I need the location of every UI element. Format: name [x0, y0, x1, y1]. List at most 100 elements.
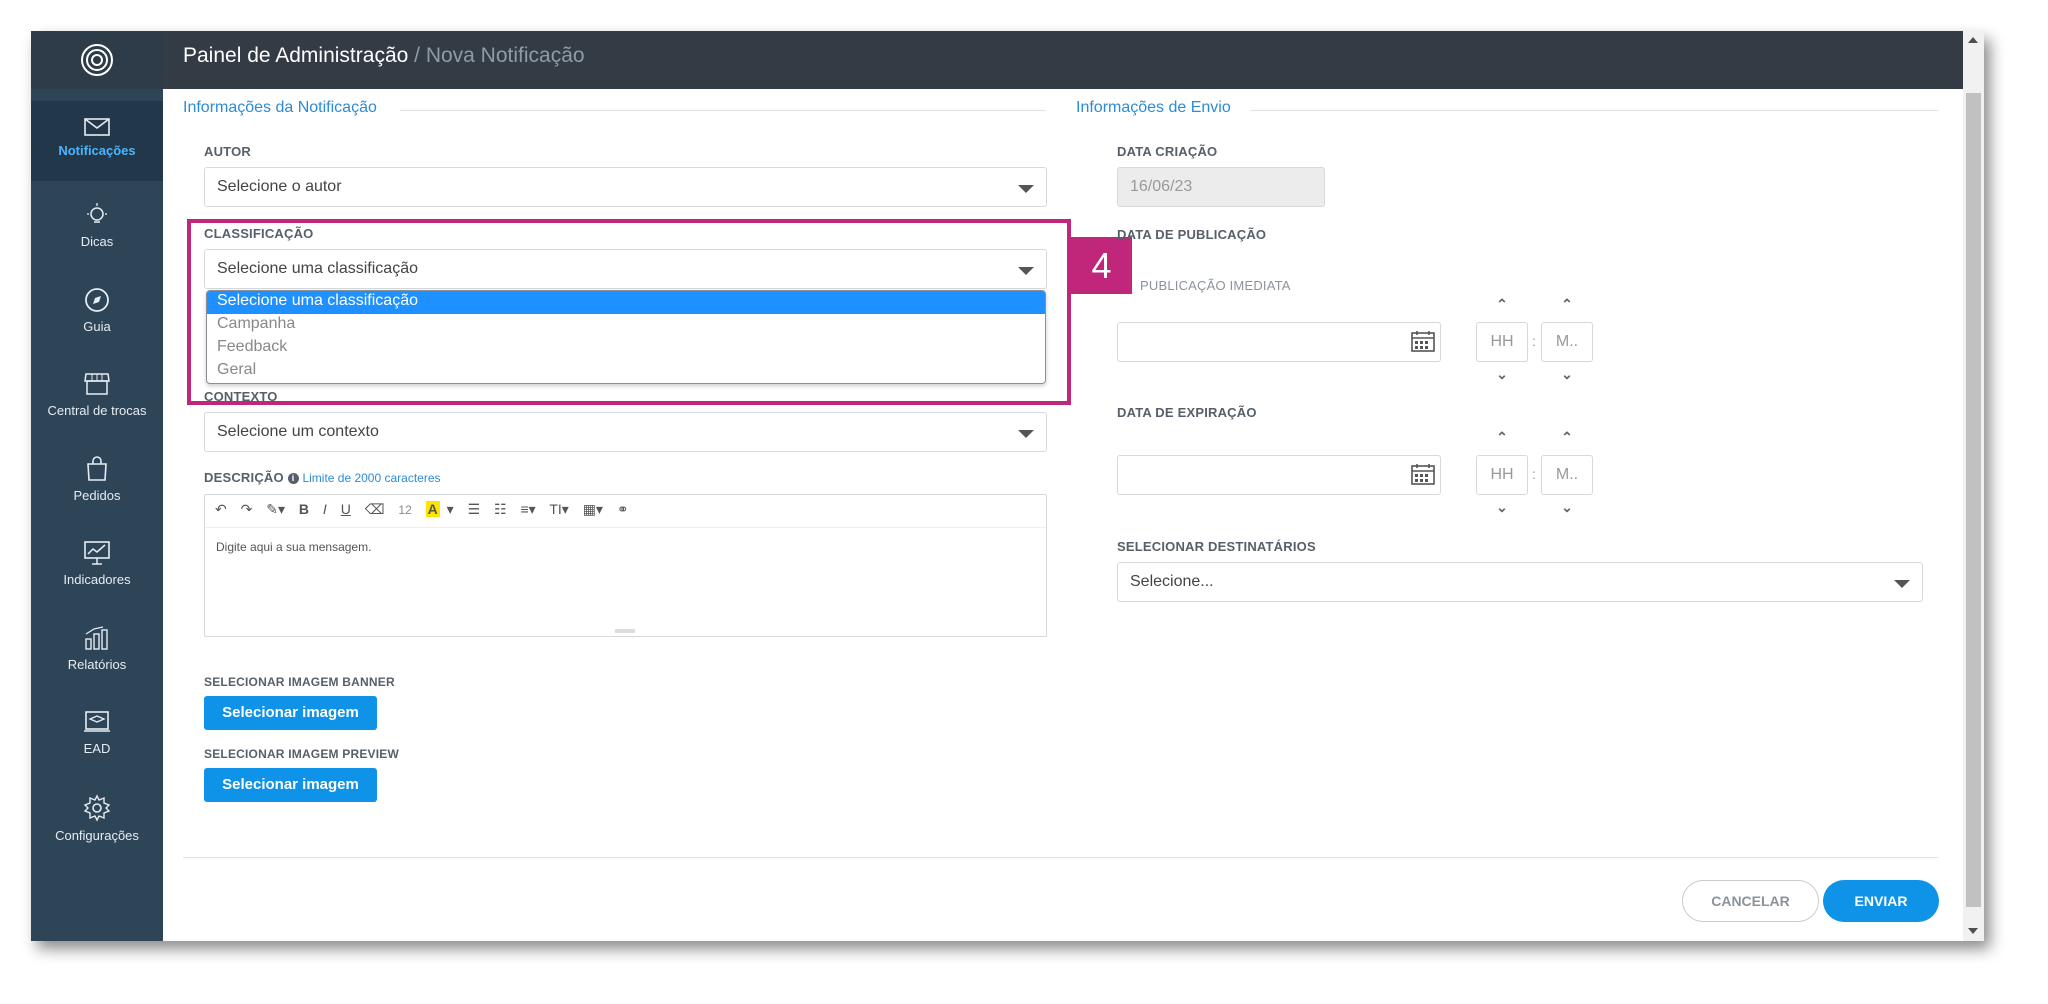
section-legend-notificacao: Informações da Notificação: [183, 99, 377, 116]
cancel-button[interactable]: CANCELAR: [1682, 880, 1819, 922]
vertical-scrollbar[interactable]: [1963, 31, 1984, 941]
sidebar-item-label: Notificações: [58, 143, 136, 158]
sidebar-item-label: EAD: [83, 741, 111, 756]
sidebar-item-label: Indicadores: [63, 572, 131, 587]
hour-down-icon[interactable]: ⌄: [1492, 499, 1512, 516]
sidebar-item-label: Dicas: [80, 234, 114, 249]
shopping-bag-icon: [87, 456, 107, 481]
time-separator: :: [1532, 466, 1536, 482]
eraser-icon[interactable]: ⌫: [365, 501, 385, 517]
caret-down-icon: [1018, 185, 1034, 193]
legend-divider: [400, 110, 1046, 111]
publicacao-imediata-label[interactable]: PUBLICAÇÃO IMEDIATA: [1140, 278, 1291, 293]
breadcrumb-separator: /: [408, 44, 426, 67]
bold-button[interactable]: B: [299, 501, 309, 517]
sidebar-item-ead[interactable]: EAD: [31, 693, 163, 773]
sidebar-item-pedidos[interactable]: Pedidos: [31, 440, 163, 520]
align-icon[interactable]: ≡▾: [521, 501, 536, 517]
legend-divider: [1250, 110, 1938, 111]
destinatarios-select[interactable]: Selecione...: [1117, 562, 1923, 602]
autor-value: Selecione o autor: [217, 178, 342, 195]
select-banner-button[interactable]: Selecionar imagem: [204, 696, 377, 730]
info-icon: i: [287, 473, 299, 485]
banner-label: SELECIONAR IMAGEM BANNER: [204, 675, 395, 689]
sidebar-item-configuracoes[interactable]: Configurações: [31, 778, 163, 858]
data-criacao-input: 16/06/23: [1117, 167, 1325, 207]
descricao-label: DESCRIÇÃO i Limite de 2000 caracteres: [204, 470, 441, 485]
store-icon: [84, 373, 110, 395]
sidebar-item-label: Relatórios: [67, 657, 127, 672]
preview-label: SELECIONAR IMAGEM PREVIEW: [204, 747, 400, 761]
logo[interactable]: [31, 31, 163, 89]
sidebar-item-central-de-trocas[interactable]: Central de trocas: [31, 355, 163, 435]
sidebar: Notificações Dicas Guia Central de troca…: [31, 31, 163, 941]
minute-down-icon[interactable]: ⌄: [1557, 499, 1577, 516]
underline-button[interactable]: U: [341, 501, 351, 517]
data-expiracao-label: DATA DE EXPIRAÇÃO: [1117, 405, 1257, 420]
sidebar-item-label: Configurações: [55, 828, 139, 843]
logo-icon: [81, 44, 113, 76]
hour-up-icon[interactable]: ⌃: [1492, 429, 1512, 446]
time-separator: :: [1532, 333, 1536, 349]
contexto-select[interactable]: Selecione um contexto: [204, 412, 1047, 452]
link-icon[interactable]: ⚭: [617, 501, 629, 517]
send-button[interactable]: ENVIAR: [1823, 880, 1939, 922]
highlight-color-button[interactable]: A: [425, 501, 440, 517]
editor-body[interactable]: Digite aqui a sua mensagem.: [205, 528, 1046, 566]
caret-down-icon: [1894, 580, 1910, 588]
compass-icon: [85, 288, 109, 312]
minute-up-icon[interactable]: ⌃: [1557, 296, 1577, 313]
sidebar-item-indicadores[interactable]: Indicadores: [31, 524, 163, 604]
calendar-icon[interactable]: [1411, 330, 1435, 352]
graduation-icon: [84, 711, 110, 732]
italic-button[interactable]: I: [323, 501, 327, 517]
line-height-icon[interactable]: TI▾: [549, 501, 568, 517]
publicacao-date-input[interactable]: [1117, 322, 1441, 362]
hour-down-icon[interactable]: ⌄: [1492, 366, 1512, 383]
sidebar-item-label: Central de trocas: [47, 403, 147, 418]
sidebar-item-label: Guia: [83, 319, 111, 334]
annotation-step-badge: 4: [1071, 237, 1132, 294]
table-icon[interactable]: ▦▾: [583, 501, 603, 517]
hour-up-icon[interactable]: ⌃: [1492, 296, 1512, 313]
envelope-icon: [84, 118, 110, 136]
font-size-select[interactable]: 12: [398, 503, 411, 517]
breadcrumb-current: Nova Notificação: [425, 44, 585, 67]
contexto-value: Selecione um contexto: [217, 423, 379, 440]
minute-down-icon[interactable]: ⌄: [1557, 366, 1577, 383]
scroll-thumb[interactable]: [1966, 93, 1981, 907]
expiracao-hour-input[interactable]: HH: [1476, 455, 1528, 495]
resize-handle[interactable]: [615, 629, 635, 633]
data-criacao-label: DATA CRIAÇÃO: [1117, 144, 1218, 159]
sidebar-item-dicas[interactable]: Dicas: [31, 186, 163, 266]
scroll-down-icon[interactable]: [1968, 928, 1978, 934]
redo-icon[interactable]: ↷: [241, 501, 253, 517]
chart-board-icon: [84, 541, 110, 565]
undo-icon[interactable]: ↶: [215, 501, 227, 517]
destinatarios-label: SELECIONAR DESTINATÁRIOS: [1117, 539, 1316, 554]
autor-select[interactable]: Selecione o autor: [204, 167, 1047, 207]
header: Painel de Administração / Nova Notificaç…: [163, 31, 1984, 89]
description-editor[interactable]: ↶ ↷ ✎▾ B I U ⌫ 12 A ▾ ☰ ☷ ≡▾ TI▾ ▦▾ ⚭ Di…: [204, 494, 1047, 637]
select-preview-button[interactable]: Selecionar imagem: [204, 768, 377, 802]
color-dropdown-icon[interactable]: ▾: [447, 501, 454, 517]
page-title[interactable]: Painel de Administração: [183, 44, 408, 67]
sidebar-item-notificacoes[interactable]: Notificações: [31, 101, 163, 181]
scroll-up-icon[interactable]: [1968, 37, 1978, 43]
expiracao-minute-input[interactable]: M..: [1541, 455, 1593, 495]
magic-wand-icon[interactable]: ✎▾: [266, 501, 285, 517]
calendar-icon[interactable]: [1411, 463, 1435, 485]
sidebar-item-label: Pedidos: [73, 488, 121, 503]
gear-icon: [83, 794, 111, 822]
publicacao-hour-input[interactable]: HH: [1476, 322, 1528, 362]
publicacao-minute-input[interactable]: M..: [1541, 322, 1593, 362]
sidebar-item-guia[interactable]: Guia: [31, 271, 163, 351]
expiracao-date-input[interactable]: [1117, 455, 1441, 495]
descricao-label-text: DESCRIÇÃO: [204, 470, 284, 485]
descricao-hint: Limite de 2000 caracteres: [302, 471, 441, 485]
caret-down-icon: [1018, 430, 1034, 438]
sidebar-item-relatorios[interactable]: Relatórios: [31, 609, 163, 689]
minute-up-icon[interactable]: ⌃: [1557, 429, 1577, 446]
ordered-list-icon[interactable]: ☷: [494, 501, 507, 517]
unordered-list-icon[interactable]: ☰: [468, 501, 481, 517]
